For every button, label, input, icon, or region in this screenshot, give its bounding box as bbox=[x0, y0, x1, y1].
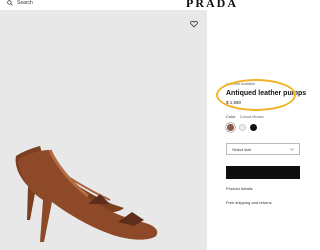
add-to-bag-button[interactable] bbox=[226, 166, 300, 179]
top-bar bbox=[0, 0, 300, 8]
size-dropdown-label: Select size bbox=[232, 147, 252, 152]
heart-icon[interactable] bbox=[190, 20, 198, 28]
swatch-cocoa-brown[interactable] bbox=[227, 124, 234, 131]
highlight-circle bbox=[216, 79, 296, 111]
search-label: Search bbox=[17, 0, 33, 6]
color-value: Cocoa Brown bbox=[239, 114, 264, 119]
color-label-row: Color Cocoa Brown bbox=[226, 114, 264, 119]
search-icon bbox=[7, 0, 13, 6]
shoes-illustration bbox=[15, 146, 158, 242]
color-label: Color bbox=[226, 114, 236, 119]
swatch-black[interactable] bbox=[250, 124, 257, 131]
chevron-down-icon bbox=[290, 148, 294, 151]
product-details-link[interactable]: Product details bbox=[226, 186, 252, 191]
brand-logo[interactable]: PRADA bbox=[186, 0, 238, 9]
size-dropdown[interactable]: Select size bbox=[226, 143, 300, 155]
search-button[interactable]: Search bbox=[7, 0, 33, 6]
shipping-link[interactable]: Free shipping and returns bbox=[226, 200, 272, 205]
swatch-ivory[interactable] bbox=[239, 124, 246, 131]
